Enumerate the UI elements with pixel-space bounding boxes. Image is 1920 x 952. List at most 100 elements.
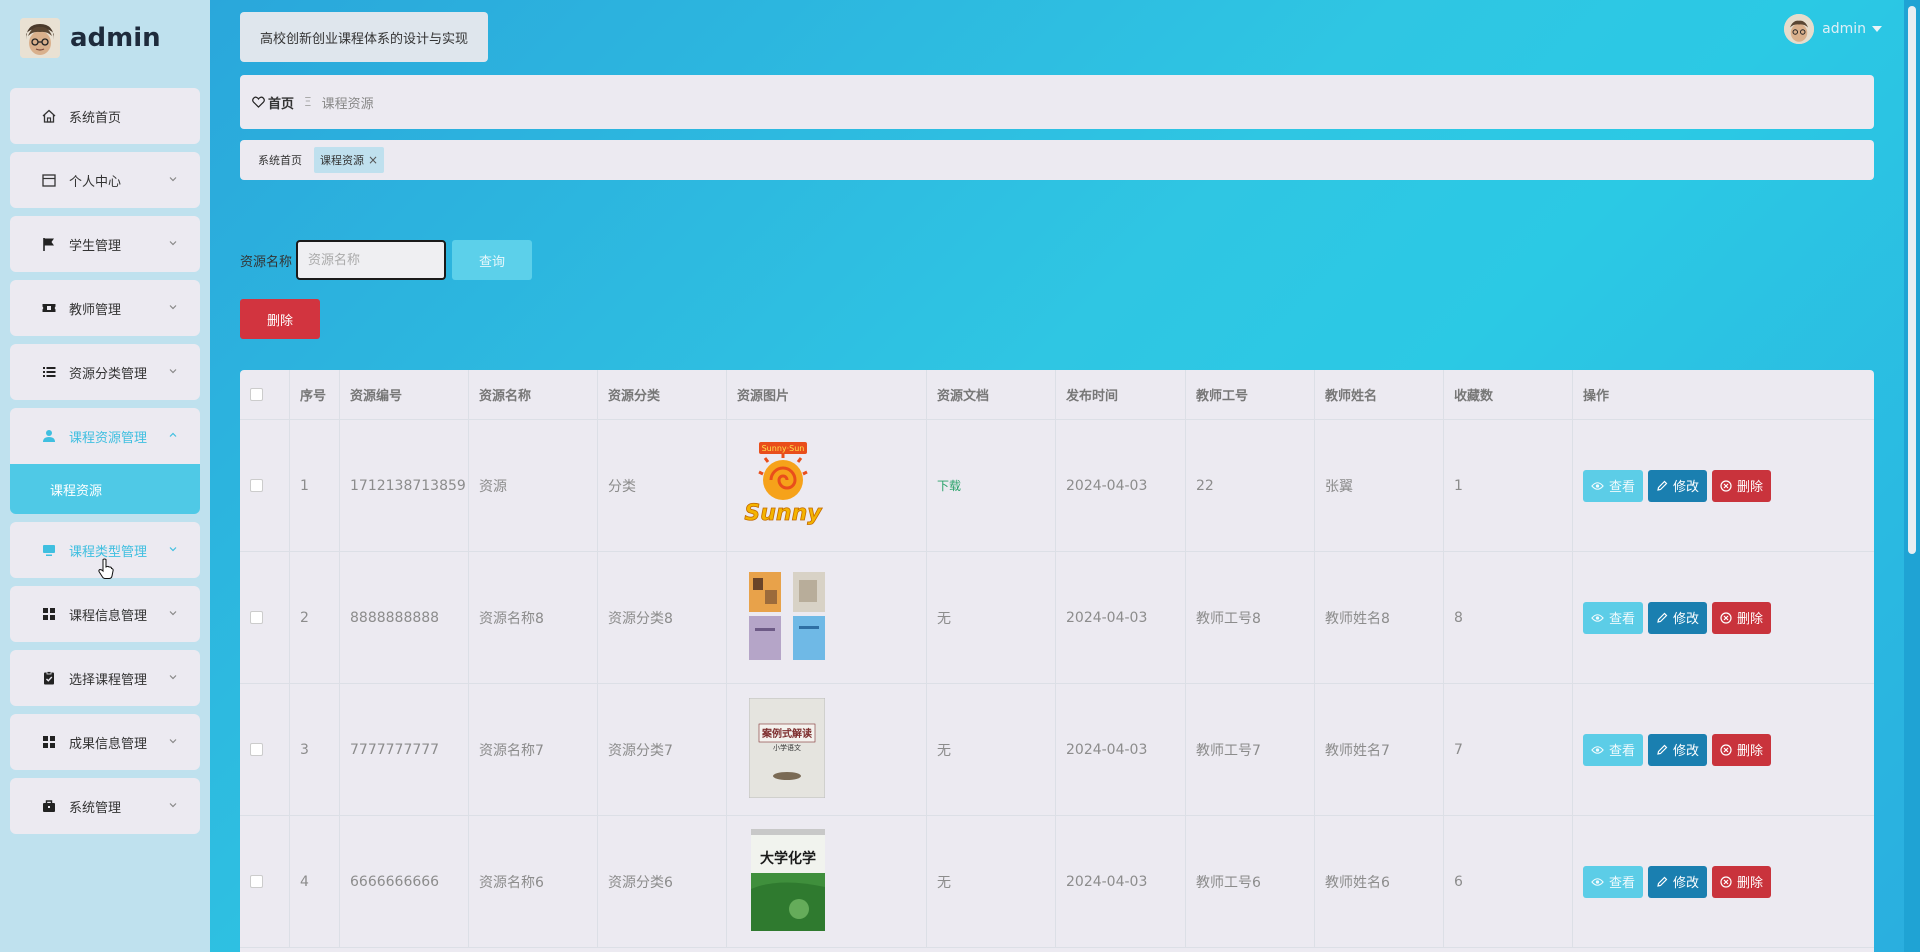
briefcase-icon	[40, 797, 58, 815]
cell-code: 7777777777	[340, 684, 469, 815]
delete-button[interactable]: 删除	[1712, 601, 1772, 634]
chevron-down-icon	[168, 365, 178, 380]
grid-icon	[40, 733, 58, 751]
table-row: 1 1712138713859 资源 分类 Sunny·Sun Sunny 下载…	[240, 420, 1874, 552]
brand: admin	[20, 18, 161, 58]
user-menu[interactable]: admin	[1784, 14, 1882, 44]
chevron-down-icon	[168, 237, 178, 252]
cell-code: 6666666666	[340, 816, 469, 947]
sidebar-item-student-management[interactable]: 学生管理	[10, 216, 200, 272]
sunny-top-text: Sunny·Sun	[762, 444, 805, 453]
edit-button[interactable]: 修改	[1648, 865, 1708, 898]
edit-button[interactable]: 修改	[1648, 733, 1708, 766]
tag-home[interactable]: 系统首页	[252, 147, 308, 173]
page-scrollbar-track[interactable]	[1904, 0, 1920, 952]
edit-button[interactable]: 修改	[1648, 469, 1708, 502]
row-checkbox[interactable]	[250, 479, 263, 492]
sidebar-item-label: 学生管理	[69, 238, 122, 254]
cell-code: 8888888888	[340, 552, 469, 683]
sidebar-item-achievement-management[interactable]: 成果信息管理	[10, 714, 200, 770]
select-all-checkbox[interactable]	[250, 388, 263, 401]
column-header: 资源编号	[340, 370, 469, 419]
cell-teacher-name: 张翼	[1315, 420, 1444, 551]
sidebar-item-course-info-management[interactable]: 课程信息管理	[10, 586, 200, 642]
cell-time: 2024-04-03	[1056, 816, 1186, 947]
cell-category: 资源分类8	[598, 552, 727, 683]
chevron-down-icon	[168, 671, 178, 686]
pencil-icon	[1656, 480, 1668, 492]
circle-close-icon	[1720, 479, 1732, 492]
sidebar-item-course-selection-management[interactable]: 选择课程管理	[10, 650, 200, 706]
sidebar-item-course-resource-management[interactable]: 课程资源管理	[10, 408, 200, 464]
delete-button[interactable]: 删除	[1712, 733, 1772, 766]
sidebar-item-label: 课程信息管理	[69, 608, 148, 624]
chevron-down-icon	[168, 301, 178, 316]
view-label: 查看	[1609, 876, 1636, 891]
row-checkbox[interactable]	[250, 875, 263, 888]
cell-category: 资源分类7	[598, 684, 727, 815]
cell-favorites: 6	[1444, 816, 1573, 947]
list-icon	[40, 363, 58, 381]
cell-time: 2024-04-03	[1056, 552, 1186, 683]
pencil-icon	[1656, 744, 1668, 756]
row-checkbox[interactable]	[250, 611, 263, 624]
chevron-down-icon	[168, 543, 178, 558]
cell-index: 1	[290, 420, 340, 551]
cell-favorites: 8	[1444, 552, 1573, 683]
delete-button[interactable]: 删除	[1712, 469, 1772, 502]
cell-teacher-no: 教师工号6	[1186, 816, 1315, 947]
column-header: 资源名称	[469, 370, 598, 419]
view-button[interactable]: 查看	[1583, 469, 1644, 502]
sidebar-item-label: 教师管理	[69, 302, 122, 318]
chevron-down-icon	[168, 173, 178, 188]
table-row: 3 7777777777 资源名称7 资源分类7 案例式解读 小学语文 无 20…	[240, 684, 1874, 816]
cell-time: 2024-04-03	[1056, 420, 1186, 551]
delete-button[interactable]: 删除	[1712, 865, 1772, 898]
circle-close-icon	[1720, 611, 1732, 624]
column-header: 资源图片	[727, 370, 927, 419]
sidebar-item-resource-category[interactable]: 资源分类管理	[10, 344, 200, 400]
batch-delete-button[interactable]: 删除	[240, 299, 320, 339]
submenu-item-course-resource[interactable]: 课程资源	[10, 464, 200, 514]
view-button[interactable]: 查看	[1583, 601, 1644, 634]
sidebar-item-label: 成果信息管理	[69, 736, 148, 752]
flag-icon	[40, 235, 58, 253]
pencil-icon	[1656, 876, 1668, 888]
sidebar-item-system-management[interactable]: 系统管理	[10, 778, 200, 834]
cell-code: 1712138713859	[340, 420, 469, 551]
cell-doc: 无	[927, 552, 1056, 683]
table-header: 序号 资源编号 资源名称 资源分类 资源图片 资源文档 发布时间 教师工号 教师…	[240, 370, 1874, 420]
edit-button[interactable]: 修改	[1648, 601, 1708, 634]
calendar-icon	[40, 171, 58, 189]
brand-avatar	[20, 18, 60, 58]
cell-name: 资源名称7	[469, 684, 598, 815]
row-checkbox[interactable]	[250, 743, 263, 756]
sidebar-item-label: 选择课程管理	[69, 672, 148, 688]
view-button[interactable]: 查看	[1583, 865, 1644, 898]
home-icon	[40, 107, 58, 125]
site-title: 高校创新创业课程体系的设计与实现	[240, 12, 489, 62]
monitor-icon	[40, 541, 58, 559]
chevron-up-icon	[168, 429, 178, 444]
tag-course-resource[interactable]: 课程资源 ×	[314, 147, 385, 173]
close-icon[interactable]: ×	[368, 153, 378, 167]
book-title-text: 大学化学	[760, 850, 816, 867]
column-header: 资源文档	[927, 370, 1056, 419]
download-link[interactable]: 下载	[937, 477, 961, 494]
cell-name: 资源名称8	[469, 552, 598, 683]
column-header: 资源分类	[598, 370, 727, 419]
cell-teacher-name: 教师姓名6	[1315, 816, 1444, 947]
sidebar-item-personal-center[interactable]: 个人中心	[10, 152, 200, 208]
sidebar-item-label: 课程类型管理	[69, 544, 148, 560]
avatar	[1784, 14, 1815, 44]
main-content: 高校创新创业课程体系的设计与实现 admin 首页 Ξ 课程资源 系统首页 课程…	[210, 0, 1920, 952]
tag-label: 系统首页	[258, 154, 302, 167]
breadcrumb-home[interactable]: 首页	[252, 93, 294, 112]
view-button[interactable]: 查看	[1583, 733, 1644, 766]
sidebar-item-teacher-management[interactable]: 教师管理	[10, 280, 200, 336]
query-button[interactable]: 查询	[452, 240, 533, 280]
column-header: 操作	[1583, 389, 1610, 404]
page-scrollbar-thumb[interactable]	[1908, 6, 1916, 554]
sidebar-item-home[interactable]: 系统首页	[10, 88, 200, 144]
search-input[interactable]	[296, 240, 447, 280]
